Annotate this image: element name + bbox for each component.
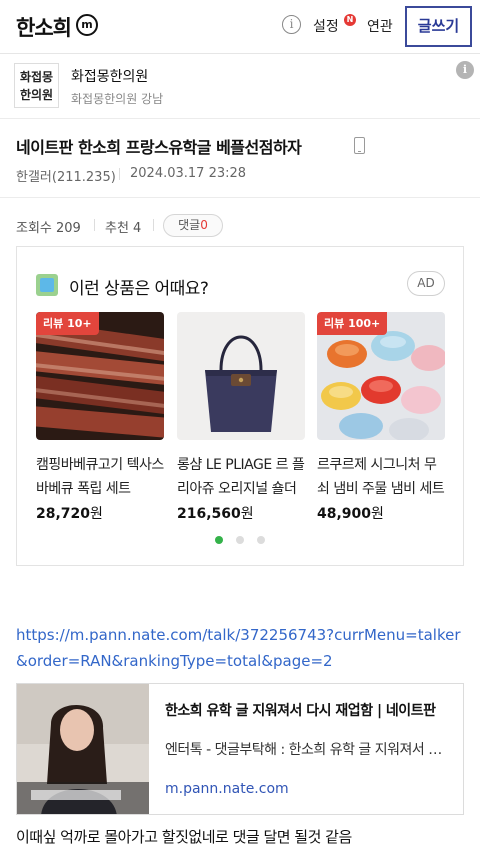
link-preview-card[interactable]: 한소희 유학 글 지워져서 다시 재업함 | 네이트판 엔터톡 - 댓글부탁해 …	[16, 683, 464, 815]
person-photo	[17, 684, 149, 814]
price-unit: 원	[371, 506, 384, 522]
divider	[119, 168, 120, 180]
settings-link[interactable]: 설정	[313, 16, 339, 36]
product-image[interactable]: 리뷰 100+	[317, 312, 445, 440]
channel-logo-line1: 화접몽	[19, 70, 54, 84]
view-count: 조회수 209	[16, 221, 81, 236]
review-badge: 리뷰 100+	[317, 312, 388, 335]
product-price: 48,900원	[317, 503, 384, 523]
preview-description: 엔터톡 - 댓글부탁해 : 한소희 유학 글 지워져서 다시 재업함	[165, 742, 450, 758]
product-price: 28,720원	[36, 503, 103, 523]
recommend-count: 추천 4	[105, 221, 142, 236]
related-link[interactable]: 연관	[367, 16, 393, 36]
post-date: 2024.03.17 23:28	[130, 166, 247, 181]
shopping-icon	[36, 274, 58, 296]
comment-count: 0	[200, 218, 208, 232]
info-icon[interactable]: i	[282, 15, 301, 34]
ad-title: 이런 상품은 어때요?	[69, 279, 209, 299]
product-ad-card: 이런 상품은 어때요? AD 리뷰 10+ 캠핑바베큐고기 텍사스바베큐 폭립 …	[16, 246, 464, 566]
product-name[interactable]: 르쿠르제 시그니처 무쇠 냄비 주물 냄비 세트	[317, 453, 445, 501]
price-unit: 원	[240, 506, 254, 522]
preview-title[interactable]: 한소희 유학 글 지워져서 다시 재업함 | 네이트판	[165, 700, 450, 720]
price-value: 48,900	[317, 506, 372, 522]
divider	[94, 219, 95, 231]
channel-name[interactable]: 화접몽한의원	[71, 66, 148, 86]
divider	[0, 197, 480, 198]
mobile-icon	[354, 137, 365, 154]
post-link[interactable]: https://m.pann.nate.com/talk/372256743?c…	[16, 622, 466, 674]
product-name[interactable]: 캠핑바베큐고기 텍사스바베큐 폭립 세트	[36, 453, 164, 501]
product-price: 216,560원	[177, 503, 254, 523]
channel-subtitle: 화접몽한의원 강남	[71, 92, 164, 106]
board-logo[interactable]: 한소희	[16, 12, 72, 42]
post-author[interactable]: 한갤러(211.235)	[16, 166, 116, 185]
post-title: 네이트판 한소희 프랑스유학글 베플선점하자	[16, 138, 302, 157]
top-header: 한소희 m i 설정 N 연관 글쓰기	[0, 0, 480, 54]
write-button[interactable]: 글쓰기	[405, 6, 472, 47]
carousel-dot[interactable]	[215, 536, 223, 544]
channel-logo-line2: 한의원	[19, 88, 54, 102]
comment-button[interactable]: 댓글0	[163, 214, 223, 237]
mobile-badge-icon: m	[76, 14, 98, 36]
carousel-dot[interactable]	[257, 536, 265, 544]
comment-label: 댓글	[178, 218, 201, 232]
preview-domain: m.pann.nate.com	[165, 781, 289, 797]
product-name[interactable]: 롱샴 LE PLIAGE 르 플리아쥬 오리지널 숄더백	[177, 453, 305, 501]
price-value: 216,560	[177, 506, 241, 522]
carousel-dot[interactable]	[236, 536, 244, 544]
review-badge: 리뷰 10+	[36, 312, 99, 335]
handbag-image	[177, 312, 305, 440]
channel-logo: 화접몽 한의원	[14, 63, 59, 108]
info-icon[interactable]: i	[456, 61, 474, 79]
price-unit: 원	[90, 506, 103, 522]
product-image[interactable]: 리뷰 10+	[36, 312, 164, 440]
price-value: 28,720	[36, 506, 91, 522]
new-badge: N	[344, 14, 356, 26]
channel-banner[interactable]: 화접몽 한의원 화접몽한의원 화접몽한의원 강남 i	[0, 55, 480, 119]
preview-thumbnail	[17, 684, 149, 814]
divider	[153, 219, 154, 231]
product-image[interactable]	[177, 312, 305, 440]
post-body-text: 이때싶 억까로 몰아가고 할짓없네로 댓글 달면 될것 같음	[16, 828, 352, 846]
ad-badge[interactable]: AD	[407, 271, 445, 296]
